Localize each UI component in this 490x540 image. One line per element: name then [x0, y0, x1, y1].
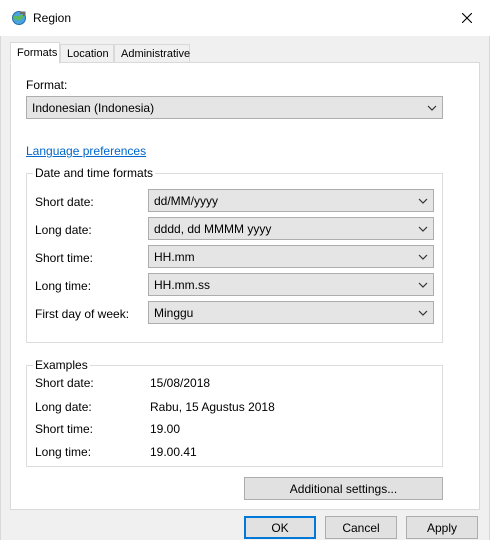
short-date-dropdown[interactable]: dd/MM/yyyy	[148, 189, 434, 212]
chevron-down-icon	[418, 282, 428, 288]
long-time-dropdown[interactable]: HH.mm.ss	[148, 273, 434, 296]
ok-label: OK	[271, 520, 289, 535]
examples-group: Examples Short date: 15/08/2018 Long dat…	[26, 358, 443, 467]
chevron-down-icon	[418, 226, 428, 232]
cancel-button[interactable]: Cancel	[325, 516, 397, 539]
tab-label: Administrative	[121, 48, 191, 60]
format-dropdown[interactable]: Indonesian (Indonesia)	[26, 96, 443, 119]
window-title: Region	[33, 11, 72, 25]
short-date-label: Short date:	[35, 195, 94, 209]
chevron-down-icon	[427, 105, 437, 111]
example-short-time-value: 19.00	[150, 422, 181, 436]
short-time-label: Short time:	[35, 251, 94, 265]
formats-page: Format: Indonesian (Indonesia) Language …	[10, 62, 480, 510]
tab-location[interactable]: Location	[60, 44, 114, 63]
long-time-label: Long time:	[35, 279, 92, 293]
example-short-date-value: 15/08/2018	[150, 376, 211, 390]
example-long-time-label: Long time:	[35, 445, 92, 459]
additional-settings-button[interactable]: Additional settings...	[244, 477, 443, 500]
apply-label: Apply	[426, 520, 458, 535]
apply-button[interactable]: Apply	[406, 516, 478, 539]
language-preferences-link[interactable]: Language preferences	[26, 144, 146, 158]
long-date-dropdown[interactable]: dddd, dd MMMM yyyy	[148, 217, 434, 240]
tab-formats[interactable]: Formats	[10, 42, 60, 64]
format-label: Format:	[26, 78, 68, 92]
short-time-value: HH.mm	[154, 250, 195, 264]
additional-settings-label: Additional settings...	[289, 481, 398, 496]
short-date-value: dd/MM/yyyy	[154, 194, 219, 208]
close-icon	[462, 13, 472, 23]
long-date-label: Long date:	[35, 223, 92, 237]
tab-administrative[interactable]: Administrative	[114, 44, 190, 63]
first-day-of-week-value: Minggu	[154, 306, 194, 320]
short-time-dropdown[interactable]: HH.mm	[148, 245, 434, 268]
examples-legend: Examples	[33, 358, 90, 372]
example-long-time-value: 19.00.41	[150, 445, 197, 459]
date-time-formats-group: Date and time formats Short date: dd/MM/…	[26, 166, 443, 343]
tab-label: Location	[67, 48, 109, 60]
globe-region-icon	[11, 10, 27, 26]
first-day-of-week-dropdown[interactable]: Minggu	[148, 301, 434, 324]
chevron-down-icon	[418, 254, 428, 260]
format-value: Indonesian (Indonesia)	[32, 101, 155, 115]
long-date-value: dddd, dd MMMM yyyy	[154, 222, 272, 236]
chevron-down-icon	[418, 310, 428, 316]
example-long-date-value: Rabu, 15 Agustus 2018	[150, 400, 275, 414]
example-long-date-label: Long date:	[35, 400, 92, 414]
tab-label: Formats	[17, 47, 58, 59]
example-short-time-label: Short time:	[35, 422, 94, 436]
date-time-formats-legend: Date and time formats	[33, 166, 156, 180]
ok-button[interactable]: OK	[244, 516, 316, 539]
example-short-date-label: Short date:	[35, 376, 94, 390]
long-time-value: HH.mm.ss	[154, 278, 210, 292]
title-bar: Region	[0, 0, 490, 36]
chevron-down-icon	[418, 198, 428, 204]
close-button[interactable]	[444, 0, 490, 36]
cancel-label: Cancel	[342, 520, 380, 535]
first-day-of-week-label: First day of week:	[35, 307, 130, 321]
